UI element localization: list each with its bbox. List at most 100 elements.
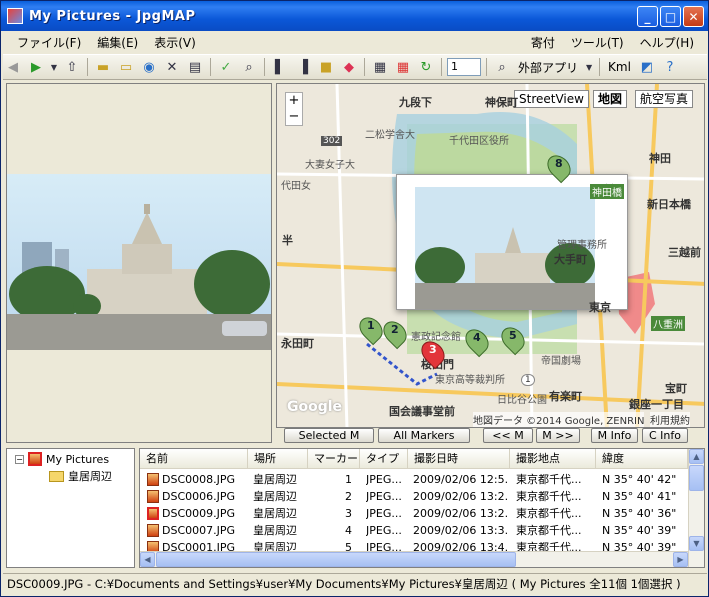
selected-marker-button[interactable]: Selected M (284, 428, 374, 443)
open-folder-icon[interactable]: ▭ (116, 57, 136, 77)
zoom-icon[interactable]: ⌕ (239, 57, 259, 77)
cell-date: 2009/02/06 13:2... (413, 507, 509, 520)
map-label: 国会議事堂前 (389, 405, 455, 418)
column-latitude[interactable]: 緯度 (596, 449, 688, 469)
up-folder-icon[interactable]: ⇧ (62, 57, 82, 77)
scroll-right-icon[interactable]: ▶ (673, 552, 688, 567)
map-view[interactable]: ✕ + − StreetView 地図 航空写真 九段下 神保町 二松学舎大 千… (276, 83, 705, 428)
menu-donate[interactable]: 寄付 (523, 34, 563, 51)
marker-label: 4 (473, 331, 481, 344)
photo-preview (7, 174, 271, 350)
forward-icon[interactable]: ▶ (26, 57, 46, 77)
cell-latitude: N 35° 40' 36" (602, 507, 677, 520)
external-app-menu[interactable]: 外部アプリ (515, 59, 581, 76)
close-button[interactable]: ✕ (683, 6, 704, 27)
column-location[interactable]: 撮影地点 (510, 449, 596, 469)
menu-help[interactable]: ヘルプ(H) (632, 34, 702, 51)
column-marker[interactable]: マーカー (308, 449, 360, 469)
maximize-button[interactable]: □ (660, 6, 681, 27)
grid-icon[interactable]: ▦ (393, 57, 413, 77)
horizontal-scrollbar[interactable]: ◀ ▶ (140, 551, 688, 567)
tree-label: 皇居周辺 (68, 470, 112, 483)
streetview-button[interactable]: StreetView (514, 90, 589, 108)
align-right-icon[interactable]: ▐ (293, 57, 313, 77)
external-app-dropdown-icon[interactable]: ▼ (584, 57, 594, 77)
column-place[interactable]: 場所 (248, 449, 308, 469)
vertical-scrollbar[interactable]: ▲ ▼ (688, 449, 704, 567)
menu-edit[interactable]: 編集(E) (89, 34, 146, 51)
cell-location: 東京都千代... (516, 507, 582, 520)
cell-place: 皇居周辺 (253, 473, 297, 486)
app-icon[interactable] (7, 8, 23, 24)
dropdown-arrow-icon[interactable]: ▼ (49, 57, 59, 77)
check-icon[interactable]: ✓ (216, 57, 236, 77)
help-icon[interactable]: ? (660, 57, 680, 77)
zoom-in-button[interactable]: + (286, 93, 302, 109)
title-bar[interactable]: My Pictures - JpgMAP _ □ ✕ (1, 1, 708, 31)
aerial-button[interactable]: 航空写真 (635, 90, 694, 108)
cell-name: DSC0006.JPG (162, 490, 236, 503)
delete-icon[interactable]: ✕ (162, 57, 182, 77)
back-icon[interactable]: ◀ (3, 57, 23, 77)
eraser-icon[interactable]: ◆ (339, 57, 359, 77)
globe-icon[interactable]: ◉ (139, 57, 159, 77)
table-row[interactable]: DSC0001.JPG 皇居周辺 5 JPEG... 2009/02/06 13… (140, 539, 688, 551)
map-type-button[interactable]: 地図 (593, 90, 628, 108)
page-number-spinner[interactable]: 1 (447, 58, 481, 76)
all-markers-button[interactable]: All Markers (378, 428, 470, 443)
marker-info-button[interactable]: M Info (591, 428, 638, 443)
align-left-icon[interactable]: ▌ (270, 57, 290, 77)
table-row[interactable]: DSC0007.JPG 皇居周辺 4 JPEG... 2009/02/06 13… (140, 522, 688, 539)
vertical-scroll-thumb[interactable] (689, 465, 704, 491)
refresh-icon[interactable]: ↻ (416, 57, 436, 77)
tree-item-root[interactable]: − My Pictures (15, 452, 109, 466)
cell-name: DSC0009.JPG (162, 507, 236, 520)
menu-view[interactable]: 表示(V) (146, 34, 204, 51)
toolbar: ◀ ▶ ▼ ⇧ ▬ ▭ ◉ ✕ ▤ ✓ ⌕ ▌ ▐ ■ ◆ ▦ ▦ ↻ 1 ⌕ … (3, 54, 707, 80)
kml-button[interactable]: Kml (605, 60, 634, 74)
tree-item-child[interactable]: 皇居周辺 (49, 468, 112, 484)
horizontal-scroll-thumb[interactable] (156, 552, 516, 567)
jpeg-file-icon (147, 473, 159, 486)
map-label: 管理事務所 (557, 240, 607, 251)
menu-file[interactable]: ファイル(F) (9, 34, 89, 51)
marker-icon[interactable]: ■ (316, 57, 336, 77)
map-button-bar: Selected M All Markers << M M >> M Info … (276, 428, 705, 444)
prev-marker-button[interactable]: << M (483, 428, 533, 443)
cell-type: JPEG... (366, 541, 402, 551)
cell-place: 皇居周辺 (253, 524, 297, 537)
scroll-up-icon[interactable]: ▲ (689, 449, 704, 464)
folder-icon[interactable]: ▬ (93, 57, 113, 77)
table-row[interactable]: DSC0008.JPG 皇居周辺 1 JPEG... 2009/02/06 12… (140, 471, 688, 488)
tree-label: My Pictures (46, 452, 110, 466)
column-type[interactable]: タイプ (360, 449, 408, 469)
table-row-selected[interactable]: DSC0009.JPG 皇居周辺 3 JPEG... 2009/02/06 13… (140, 505, 688, 522)
view-mode-icon[interactable]: ▦ (370, 57, 390, 77)
cell-location: 東京都千代... (516, 473, 582, 486)
collapse-icon[interactable]: − (15, 454, 24, 464)
cell-place: 皇居周辺 (253, 541, 297, 551)
table-row[interactable]: DSC0006.JPG 皇居周辺 2 JPEG... 2009/02/06 13… (140, 488, 688, 505)
cell-name: DSC0007.JPG (162, 524, 236, 537)
marker-label: 1 (367, 319, 375, 332)
cell-date: 2009/02/06 13:2... (413, 490, 509, 503)
map-terms-link[interactable]: 利用規約 (650, 412, 690, 427)
scroll-down-icon[interactable]: ▼ (689, 536, 704, 551)
minimize-button[interactable]: _ (637, 6, 658, 27)
column-name[interactable]: 名前 (140, 449, 248, 469)
zoom-out-button[interactable]: − (286, 109, 302, 125)
kml-export-icon[interactable]: ◩ (637, 57, 657, 77)
photo-preview-pane (6, 83, 272, 443)
map-label: 東京 (589, 301, 611, 314)
search-icon[interactable]: ⌕ (492, 57, 512, 77)
scroll-left-icon[interactable]: ◀ (140, 552, 155, 567)
jpeg-file-icon (147, 507, 159, 520)
cell-date: 2009/02/06 12:5... (413, 473, 509, 486)
camera-info-button[interactable]: C Info (642, 428, 688, 443)
menu-tools[interactable]: ツール(T) (563, 34, 632, 51)
marker-label: 5 (509, 329, 517, 342)
print-icon[interactable]: ▤ (185, 57, 205, 77)
column-date[interactable]: 撮影日時 (408, 449, 510, 469)
cell-marker: 2 (345, 490, 352, 503)
next-marker-button[interactable]: M >> (536, 428, 580, 443)
